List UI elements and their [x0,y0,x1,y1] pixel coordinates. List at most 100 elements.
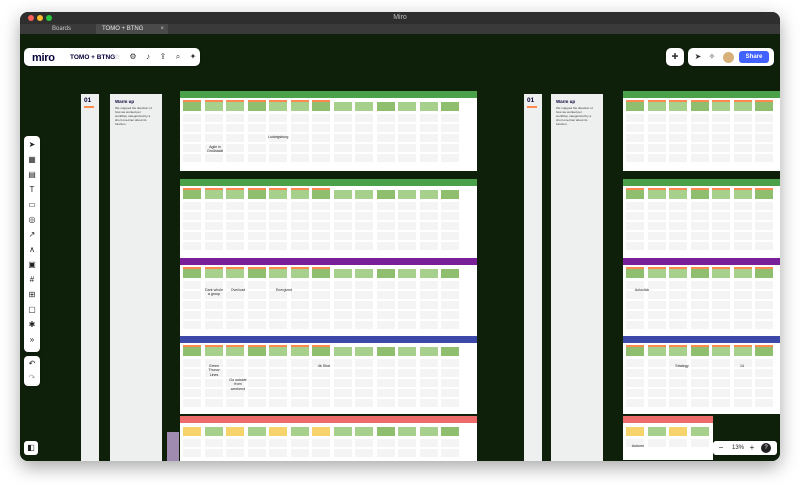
sticky-note[interactable] [226,124,244,132]
sticky-note[interactable] [269,114,287,122]
sticky-note[interactable] [712,291,730,299]
sticky-note[interactable] [226,449,244,457]
sticky-note-header[interactable] [269,102,287,111]
sticky-note[interactable] [755,369,773,377]
star-icon[interactable]: ☆ [114,53,120,61]
sticky-note[interactable] [312,232,330,240]
sticky-note-header[interactable] [333,102,352,111]
sticky-note[interactable] [690,281,709,289]
sticky-note[interactable] [669,134,687,142]
avatar[interactable] [723,51,734,63]
sticky-note[interactable] [247,222,266,230]
sticky-note[interactable] [226,154,244,162]
sticky-note[interactable] [647,389,666,397]
sticky-note[interactable] [247,439,266,447]
sticky-note-header[interactable] [247,269,266,278]
frame-2[interactable] [180,179,477,262]
sticky-note[interactable] [183,359,201,367]
sticky-note[interactable] [269,232,287,240]
sticky-note[interactable] [333,232,352,240]
sticky-note[interactable] [626,114,644,122]
sticky-note-header[interactable] [312,269,330,278]
sticky-note[interactable] [333,399,352,407]
sticky-note-header[interactable] [647,427,666,436]
sticky-note[interactable] [733,311,752,319]
sticky-note[interactable] [419,449,438,457]
sticky-note[interactable] [441,154,459,162]
sticky-note-header[interactable] [269,427,287,436]
sticky-note[interactable] [247,212,266,220]
sticky-note[interactable] [669,399,687,407]
sticky-note-header[interactable] [204,102,223,111]
sticky-note[interactable] [712,212,730,220]
sticky-note[interactable] [376,202,395,210]
sticky-note[interactable] [247,379,266,387]
big-sticky-label[interactable]: 14 [732,364,752,368]
select-icon[interactable]: ➤ [27,140,37,150]
sticky-note[interactable] [441,124,459,132]
sticky-note[interactable] [398,154,416,162]
sticky-note[interactable] [355,212,373,220]
sticky-note[interactable] [398,321,416,329]
tab-board[interactable]: TOMO + BTNG × [96,24,168,34]
sticky-note[interactable] [647,124,666,132]
sticky-note-header[interactable] [312,427,330,436]
sticky-note[interactable] [712,134,730,142]
sticky-note[interactable] [355,154,373,162]
sticky-note[interactable] [183,399,201,407]
connector-icon[interactable]: ↗ [27,230,37,240]
sticky-note[interactable] [333,321,352,329]
sticky-note-header[interactable] [647,347,666,356]
sticky-note[interactable] [204,242,223,250]
sticky-note[interactable] [376,301,395,309]
embed-icon[interactable]: ▢ [27,305,37,315]
sticky-note[interactable] [376,369,395,377]
sticky-note[interactable] [226,359,244,367]
sticky-note[interactable] [204,301,223,309]
sticky-note[interactable] [647,154,666,162]
upload-icon[interactable]: ⇪ [158,52,168,62]
big-sticky-label[interactable]: Autumn [628,444,648,448]
sticky-note[interactable] [626,321,644,329]
sticky-note[interactable] [290,439,309,447]
sticky-note[interactable] [419,439,438,447]
sticky-note[interactable] [204,379,223,387]
sticky-note[interactable] [376,232,395,240]
sticky-note[interactable] [419,114,438,122]
sticky-note[interactable] [355,369,373,377]
sticky-note[interactable] [669,222,687,230]
zoom-level[interactable]: 13% [728,441,748,455]
sticky-note[interactable] [755,144,773,152]
sticky-note[interactable] [647,379,666,387]
sticky-note[interactable] [312,281,330,289]
frame-1[interactable] [180,91,477,171]
sticky-note[interactable] [441,439,459,447]
sticky-note[interactable] [290,301,309,309]
sticky-note[interactable] [441,202,459,210]
sticky-note[interactable] [626,399,644,407]
sticky-note[interactable] [441,144,459,152]
sticky-note[interactable] [376,439,395,447]
sticky-note[interactable] [669,154,687,162]
sticky-note[interactable] [376,154,395,162]
frame-8[interactable] [623,258,780,336]
sticky-note[interactable] [419,359,438,367]
sticky-note[interactable] [690,212,709,220]
sticky-note[interactable] [419,144,438,152]
sticky-note[interactable] [441,311,459,319]
sticky-note[interactable] [690,114,709,122]
sticky-note[interactable] [733,281,752,289]
sticky-note[interactable] [183,301,201,309]
sticky-note[interactable] [419,134,438,142]
sticky-note[interactable] [690,311,709,319]
sticky-note[interactable] [183,379,201,387]
sticky-note[interactable] [419,301,438,309]
sticky-note[interactable] [647,369,666,377]
sticky-note[interactable] [226,399,244,407]
sticky-note-header[interactable] [204,190,223,199]
sticky-note[interactable] [376,291,395,299]
sticky-note[interactable] [690,144,709,152]
sticky-note-header[interactable] [247,102,266,111]
sticky-note[interactable] [290,134,309,142]
sticky-note[interactable] [247,369,266,377]
